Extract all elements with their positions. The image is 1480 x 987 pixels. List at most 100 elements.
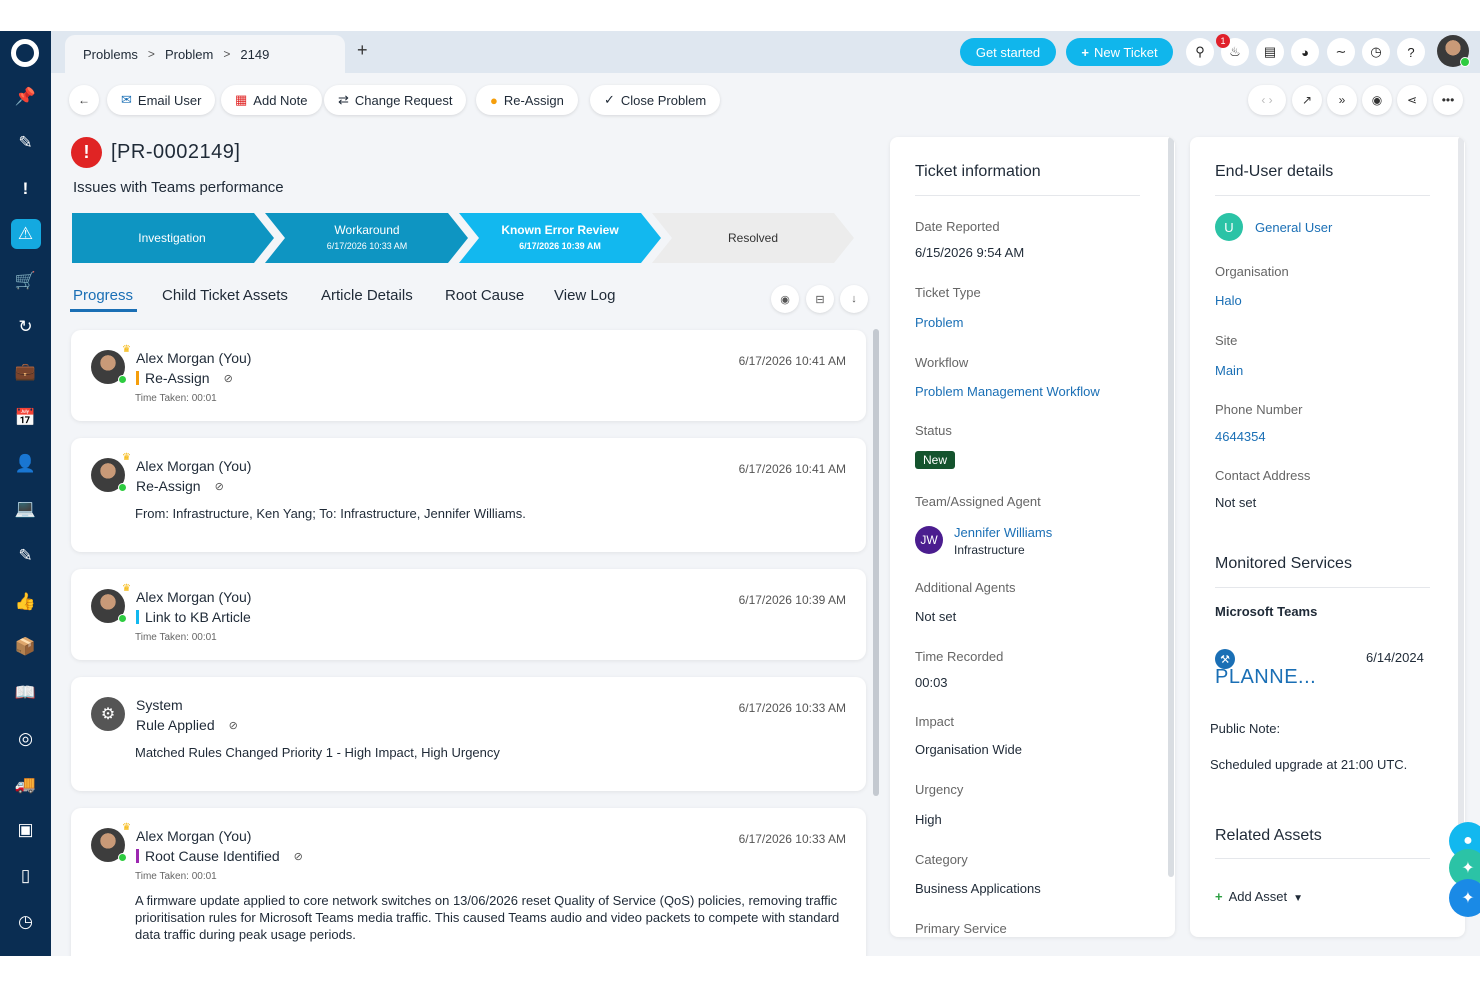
site-link[interactable]: Main bbox=[1215, 363, 1243, 378]
feed-author: System bbox=[136, 697, 183, 713]
email-user-label: Email User bbox=[137, 92, 202, 108]
user-link[interactable]: General User bbox=[1255, 220, 1332, 235]
close-problem-button[interactable]: ✓ Close Problem bbox=[590, 85, 721, 115]
tab-progress[interactable]: Progress bbox=[73, 287, 133, 304]
device-icon[interactable]: ▯ bbox=[0, 858, 51, 894]
plus-icon: + bbox=[1215, 889, 1223, 904]
breadcrumb-problem[interactable]: Problem bbox=[165, 47, 213, 62]
warning-icon[interactable]: ⚠ bbox=[0, 216, 51, 252]
online-dot bbox=[118, 375, 127, 384]
eye-icon[interactable]: ◉ bbox=[1362, 85, 1392, 115]
ticket-summary: Issues with Teams performance bbox=[73, 179, 284, 196]
organisation-link[interactable]: Halo bbox=[1215, 293, 1242, 308]
action-color-bar bbox=[136, 371, 139, 385]
alert-icon: ! bbox=[71, 137, 102, 168]
panel-scrollbar[interactable] bbox=[1458, 137, 1464, 877]
new-tab-plus-icon[interactable]: + bbox=[357, 40, 368, 61]
panel-scrollbar[interactable] bbox=[1168, 137, 1174, 877]
double-chevron-icon[interactable]: » bbox=[1327, 85, 1357, 115]
gauge-icon[interactable]: ◕ bbox=[1291, 38, 1319, 66]
tab-article-details[interactable]: Article Details bbox=[321, 287, 413, 304]
exclamation-icon[interactable]: ! bbox=[0, 171, 51, 207]
feed-item[interactable]: ♛ Alex Morgan (You) Re-Assign ⊘ 6/17/2026… bbox=[71, 438, 866, 552]
change-request-button[interactable]: ⇄ Change Request bbox=[324, 85, 467, 115]
box-icon[interactable]: 📦 bbox=[0, 629, 51, 665]
collapse-icon[interactable]: ⊟ bbox=[806, 285, 834, 313]
breadcrumb-problems[interactable]: Problems bbox=[83, 47, 138, 62]
phone-link[interactable]: 4644354 bbox=[1215, 429, 1266, 444]
target-icon[interactable]: ◎ bbox=[0, 721, 51, 757]
help-icon[interactable]: ? bbox=[1397, 38, 1425, 66]
close-problem-label: Close Problem bbox=[620, 92, 707, 108]
agent-link[interactable]: Jennifer Williams bbox=[954, 525, 1052, 540]
ai-sparkle-icon[interactable]: ✦ bbox=[1449, 879, 1480, 917]
feed-action-label: Re-Assign bbox=[136, 478, 201, 494]
edit-icon[interactable]: ✎ bbox=[0, 538, 51, 574]
label: Primary Service bbox=[915, 921, 1007, 936]
share-icon[interactable]: ⋖ bbox=[1397, 85, 1427, 115]
stage-known-error-review[interactable]: Known Error Review 6/17/2026 10:39 AM bbox=[463, 213, 657, 263]
clock-icon[interactable]: ◷ bbox=[0, 904, 51, 940]
ticket-icon[interactable]: ✎ bbox=[0, 125, 51, 161]
crown-icon: ♛ bbox=[122, 344, 131, 355]
stage-resolved[interactable]: Resolved bbox=[656, 213, 850, 263]
tab-child-ticket-assets[interactable]: Child Ticket Assets bbox=[162, 287, 288, 304]
feed-action: Re-Assign ⊘ bbox=[136, 478, 224, 494]
book-icon[interactable]: 📖 bbox=[0, 675, 51, 711]
email-user-button[interactable]: ✉ Email User bbox=[107, 85, 216, 115]
new-ticket-button[interactable]: + New Ticket bbox=[1066, 38, 1173, 66]
ticket-info-panel: Ticket information Date Reported 6/15/20… bbox=[890, 137, 1175, 937]
laptop-icon[interactable]: 💻 bbox=[0, 491, 51, 527]
rss-icon[interactable]: ∼ bbox=[1327, 38, 1355, 66]
workflow-link[interactable]: Problem Management Workflow bbox=[915, 384, 1100, 399]
user-icon[interactable]: 👤 bbox=[0, 446, 51, 482]
get-started-button[interactable]: Get started bbox=[960, 38, 1056, 66]
thumbs-up-icon[interactable]: 👍 bbox=[0, 584, 51, 620]
tab-view-log[interactable]: View Log bbox=[554, 287, 615, 304]
calendar-icon[interactable]: 📅 bbox=[0, 400, 51, 436]
feed-item[interactable]: ♛ Alex Morgan (You) Link to KB Article 6… bbox=[71, 569, 866, 660]
clipboard-icon[interactable]: ▤ bbox=[1256, 38, 1284, 66]
label: Additional Agents bbox=[915, 580, 1016, 595]
app-frame: 📌 ✎ ! ⚠ 🛒 ↻ 💼 📅 👤 💻 ✎ 👍 📦 📖 ◎ 🚚 ▣ ▯ ◷ Pr… bbox=[0, 31, 1480, 956]
download-arrow-icon[interactable]: ↓ bbox=[840, 285, 868, 313]
external-link-icon[interactable]: ↗ bbox=[1292, 85, 1322, 115]
agent-team: Infrastructure bbox=[954, 543, 1025, 557]
divider bbox=[915, 195, 1140, 196]
logo-icon[interactable] bbox=[11, 39, 39, 67]
clock-icon[interactable]: ◷ bbox=[1362, 38, 1390, 66]
ticket-type-link[interactable]: Problem bbox=[915, 315, 963, 330]
cart-icon[interactable]: 🛒 bbox=[0, 263, 51, 299]
tab-root-cause[interactable]: Root Cause bbox=[445, 287, 524, 304]
feed-item[interactable]: ♛ Alex Morgan (You) Root Cause Identifie… bbox=[71, 808, 866, 956]
feed-item[interactable]: ⚙ System Rule Applied ⊘ 6/17/2026 10:33 A… bbox=[71, 677, 866, 791]
user-avatar[interactable] bbox=[1437, 35, 1470, 67]
feed-scrollbar[interactable] bbox=[873, 329, 879, 796]
eye-icon[interactable]: ◉ bbox=[771, 285, 799, 313]
breadcrumb[interactable]: Problems > Problem > 2149 bbox=[65, 35, 345, 73]
re-assign-button[interactable]: ● Re-Assign bbox=[476, 85, 578, 115]
notification-badge: 1 bbox=[1216, 34, 1230, 48]
briefcase-icon[interactable]: 💼 bbox=[0, 354, 51, 390]
feed-author: Alex Morgan (You) bbox=[136, 458, 252, 474]
stage-investigation[interactable]: Investigation bbox=[72, 213, 272, 263]
add-asset-button[interactable]: + Add Asset ▼ bbox=[1215, 889, 1303, 904]
prev-next-icon[interactable]: ‹ › bbox=[1248, 85, 1286, 115]
cube-icon[interactable]: ▣ bbox=[0, 812, 51, 848]
search-icon[interactable]: ⚲ bbox=[1186, 38, 1214, 66]
back-arrow-icon[interactable]: ← bbox=[69, 85, 99, 115]
refresh-icon[interactable]: ↻ bbox=[0, 309, 51, 345]
feed-author: Alex Morgan (You) bbox=[136, 828, 252, 844]
label: Urgency bbox=[915, 782, 964, 797]
add-note-label: Add Note bbox=[253, 92, 308, 108]
crown-icon: ♛ bbox=[122, 822, 131, 833]
label: Team/Assigned Agent bbox=[915, 494, 1041, 509]
truck-icon[interactable]: 🚚 bbox=[0, 767, 51, 803]
feed-item[interactable]: ♛ Alex Morgan (You) Re-Assign ⊘ 6/17/2026… bbox=[71, 330, 866, 421]
stage-workaround[interactable]: Workaround 6/17/2026 10:33 AM bbox=[269, 213, 465, 263]
pin-icon[interactable]: 📌 bbox=[0, 79, 51, 115]
crown-icon: ♛ bbox=[122, 583, 131, 594]
system-gear-icon: ⚙ bbox=[91, 697, 125, 731]
add-note-button[interactable]: ▦ Add Note bbox=[221, 85, 322, 115]
more-icon[interactable]: ••• bbox=[1433, 85, 1463, 115]
